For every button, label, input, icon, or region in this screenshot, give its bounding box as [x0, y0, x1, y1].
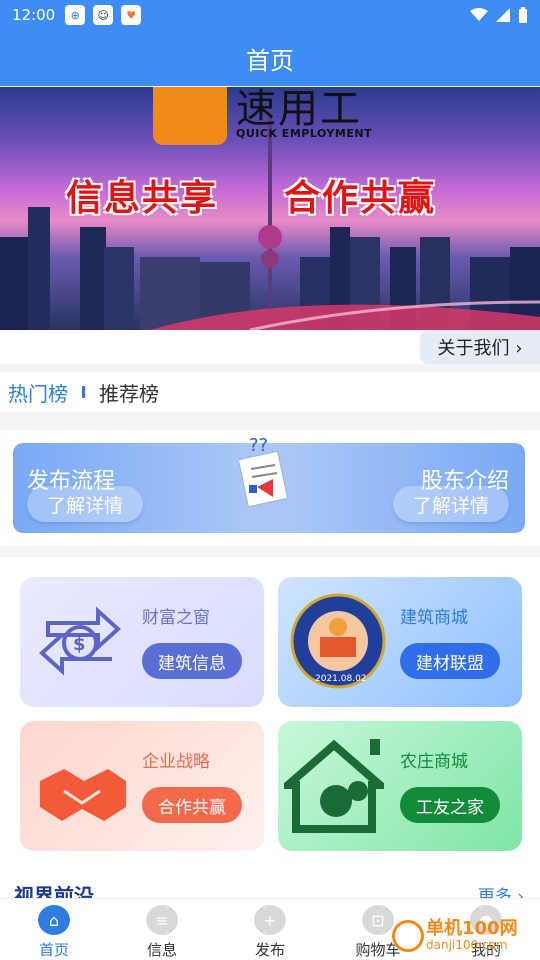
notification-robot-icon: ☺ — [93, 5, 114, 25]
wealth-window-title: 财富之窗 — [142, 608, 210, 628]
farm-mall-title: 农庄商城 — [400, 752, 468, 772]
nav-publish[interactable]: + 发布 — [216, 899, 324, 960]
message-icon: ≡ — [146, 905, 178, 935]
building-mall-card[interactable]: 2021.08.02 建筑商城 建材联盟 — [278, 577, 522, 707]
farm-mall-card[interactable]: 农庄商城 工友之家 — [278, 721, 522, 851]
signal-icon — [496, 8, 510, 22]
feature-grid: $ 财富之窗 建筑信息 2021.08.02 建筑商城 建材联盟 企业战略 合作… — [0, 557, 540, 900]
tab-hot-ranking[interactable]: 热门榜 — [8, 378, 68, 407]
process-section: 发布流程 了解详情 ?? 股东介绍 了解详情 — [0, 430, 540, 546]
brand-name: 速用工 — [236, 87, 362, 132]
banner-slogan-right: 合作共赢 — [284, 177, 437, 219]
enterprise-strategy-title: 企业战略 — [142, 752, 210, 772]
site-watermark: 单机100网 danji100.com — [392, 912, 540, 960]
plus-icon: + — [254, 905, 286, 935]
nav-label-message: 信息 — [146, 941, 177, 959]
watermark-text: 单机100网 — [426, 918, 518, 939]
cart-icon: ⊡ — [362, 905, 394, 935]
about-row: 关于我们 › — [0, 330, 540, 364]
farmhouse-icon — [284, 739, 384, 833]
status-time: 12:00 — [12, 6, 56, 24]
notification-app-icon: ⊕ — [65, 5, 86, 25]
enterprise-strategy-card[interactable]: 企业战略 合作共赢 — [20, 721, 264, 851]
notification-heart-icon: ♥ — [121, 5, 142, 25]
document-megaphone-icon: ?? — [239, 435, 289, 508]
wealth-window-card[interactable]: $ 财富之窗 建筑信息 — [20, 577, 264, 707]
nav-message[interactable]: ≡ 信息 — [108, 899, 216, 960]
banner-carousel[interactable]: 速用工 QUICK EMPLOYMENT 信息共享 合作共赢 — [0, 87, 540, 330]
brand-subtitle: QUICK EMPLOYMENT — [236, 127, 373, 140]
material-alliance-button[interactable]: 建材联盟 — [400, 643, 500, 679]
nav-home[interactable]: ⌂ 首页 — [0, 899, 108, 960]
shareholder-details-button[interactable]: 了解详情 — [393, 486, 509, 522]
page-title: 首页 — [246, 46, 294, 75]
worker-home-button[interactable]: 工友之家 — [400, 787, 500, 823]
publish-process-details-button[interactable]: 了解详情 — [27, 486, 143, 522]
building-info-button[interactable]: 建筑信息 — [142, 643, 242, 679]
wifi-icon — [470, 8, 488, 21]
ranking-tabs: 热门榜 推荐榜 — [0, 372, 540, 412]
brand-logo — [153, 87, 227, 145]
handshake-icon — [40, 769, 126, 821]
battery-icon — [519, 7, 527, 23]
company-seal-icon: 2021.08.02 — [290, 593, 386, 689]
app-header: 首页 — [0, 30, 540, 86]
money-exchange-icon: $ — [39, 606, 121, 676]
watermark-sub: danji100.com — [426, 938, 508, 952]
svg-text:??: ?? — [249, 435, 268, 456]
status-bar: 12:00 ⊕ ☺ ♥ — [0, 0, 540, 30]
banner-slogan-left: 信息共享 — [66, 177, 219, 219]
cooperation-button[interactable]: 合作共赢 — [142, 787, 242, 823]
nav-label-publish: 发布 — [254, 941, 285, 959]
tab-recommend-ranking[interactable]: 推荐榜 — [99, 378, 159, 407]
about-us-button[interactable]: 关于我们 › — [420, 330, 540, 364]
svg-text:$: $ — [73, 634, 86, 655]
watermark-logo-icon — [392, 920, 424, 952]
seal-date: 2021.08.02 — [315, 674, 367, 684]
home-icon: ⌂ — [38, 905, 70, 935]
status-indicators — [470, 7, 528, 23]
tab-divider — [82, 386, 85, 398]
building-mall-title: 建筑商城 — [400, 608, 468, 628]
process-card: 发布流程 了解详情 ?? 股东介绍 了解详情 — [13, 435, 525, 533]
nav-label-home: 首页 — [38, 941, 69, 959]
